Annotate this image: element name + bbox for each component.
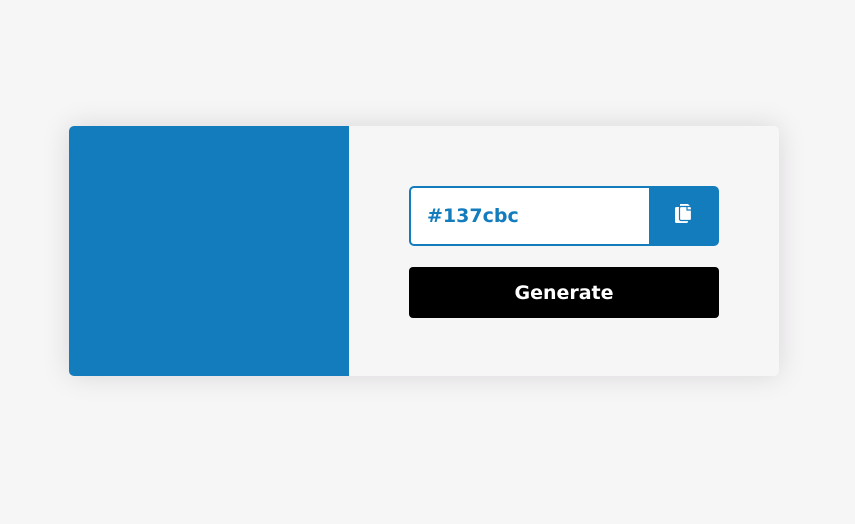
color-swatch (69, 126, 349, 376)
hex-code-input[interactable] (411, 188, 649, 244)
copy-button[interactable] (649, 186, 719, 246)
hex-field-wrapper (409, 186, 649, 246)
generate-button[interactable]: Generate (409, 267, 719, 318)
copy-icon (673, 202, 695, 230)
color-generator-card: Generate (69, 126, 779, 376)
hex-row (409, 186, 719, 246)
